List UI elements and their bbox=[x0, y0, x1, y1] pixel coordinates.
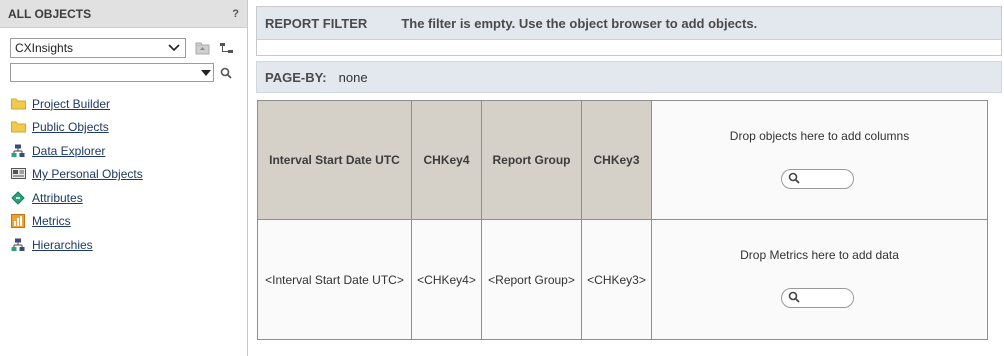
columns-search-field[interactable] bbox=[781, 169, 854, 189]
column-header[interactable]: CHKey3 bbox=[581, 100, 652, 220]
folder-icon bbox=[10, 119, 26, 135]
tree-view-icon[interactable] bbox=[218, 40, 234, 56]
project-select-value: CXInsights bbox=[15, 41, 74, 55]
object-tree: Project Builder Public Objects Data Expl… bbox=[10, 92, 143, 257]
page-by-value: none bbox=[338, 69, 368, 85]
object-browser-header: ALL OBJECTS ? bbox=[0, 0, 247, 28]
tree-item-label: Project Builder bbox=[32, 96, 111, 111]
hierarchy-icon bbox=[10, 237, 26, 253]
project-select[interactable]: CXInsights bbox=[10, 38, 186, 58]
column-header[interactable]: Interval Start Date UTC bbox=[257, 100, 412, 220]
tree-item-attributes[interactable]: Attributes bbox=[10, 186, 143, 210]
folder-icon bbox=[10, 96, 26, 112]
tree-item-hierarchies[interactable]: Hierarchies bbox=[10, 233, 143, 257]
tree-item-label: Hierarchies bbox=[32, 237, 93, 252]
tree-item-public-objects[interactable]: Public Objects bbox=[10, 116, 143, 140]
tree-item-label: Attributes bbox=[32, 190, 83, 205]
grid-value-row: <Interval Start Date UTC> <CHKey4> <Repo… bbox=[257, 219, 988, 340]
report-grid: Interval Start Date UTC CHKey4 Report Gr… bbox=[257, 100, 988, 340]
metric-icon bbox=[10, 213, 26, 229]
tree-item-metrics[interactable]: Metrics bbox=[10, 210, 143, 234]
personal-objects-icon bbox=[10, 166, 26, 182]
tree-item-label: My Personal Objects bbox=[32, 167, 143, 182]
grid-cell: <CHKey3> bbox=[581, 219, 652, 340]
search-icon[interactable] bbox=[218, 65, 234, 81]
search-select[interactable] bbox=[10, 63, 214, 82]
search-icon bbox=[788, 172, 800, 187]
tree-item-label: Data Explorer bbox=[32, 143, 106, 158]
chevron-down-icon bbox=[167, 41, 181, 55]
drop-zone-metrics[interactable]: Drop Metrics here to add data bbox=[651, 219, 988, 340]
tree-item-my-personal-objects[interactable]: My Personal Objects bbox=[10, 163, 143, 187]
report-filter-bar: REPORT FILTER The filter is empty. Use t… bbox=[257, 7, 1001, 40]
report-filter-message: The filter is empty. Use the object brow… bbox=[401, 15, 758, 31]
tree-item-project-builder[interactable]: Project Builder bbox=[10, 92, 143, 116]
grid-header-row: Interval Start Date UTC CHKey4 Report Gr… bbox=[257, 100, 988, 220]
up-folder-icon[interactable] bbox=[194, 40, 210, 56]
object-browser-panel: ALL OBJECTS ? CXInsights Project Builder… bbox=[0, 0, 248, 356]
hierarchy-icon bbox=[10, 143, 26, 159]
tree-item-label: Metrics bbox=[32, 214, 71, 229]
search-icon bbox=[788, 291, 800, 306]
tree-item-data-explorer[interactable]: Data Explorer bbox=[10, 139, 143, 163]
page-by-label: PAGE-BY: bbox=[265, 69, 327, 85]
grid-cell: <Interval Start Date UTC> bbox=[257, 219, 412, 340]
dropdown-arrow-icon bbox=[201, 69, 211, 76]
page-by-section[interactable]: PAGE-BY: none bbox=[256, 61, 1002, 93]
project-row: CXInsights bbox=[10, 38, 234, 58]
report-filter-section[interactable]: REPORT FILTER The filter is empty. Use t… bbox=[256, 6, 1002, 56]
column-header[interactable]: Report Group bbox=[481, 100, 582, 220]
search-row bbox=[10, 63, 234, 82]
metrics-search-field[interactable] bbox=[781, 288, 854, 308]
help-button[interactable]: ? bbox=[232, 8, 239, 20]
tree-item-label: Public Objects bbox=[32, 120, 109, 135]
report-filter-label: REPORT FILTER bbox=[265, 15, 368, 31]
grid-cell: <Report Group> bbox=[481, 219, 582, 340]
grid-cell: <CHKey4> bbox=[411, 219, 482, 340]
panel-title: ALL OBJECTS bbox=[8, 6, 92, 21]
drop-metrics-text: Drop Metrics here to add data bbox=[740, 248, 899, 262]
drop-columns-text: Drop objects here to add columns bbox=[729, 129, 910, 143]
attribute-icon bbox=[10, 190, 26, 206]
drop-zone-columns[interactable]: Drop objects here to add columns bbox=[651, 100, 988, 220]
column-header[interactable]: CHKey4 bbox=[411, 100, 482, 220]
